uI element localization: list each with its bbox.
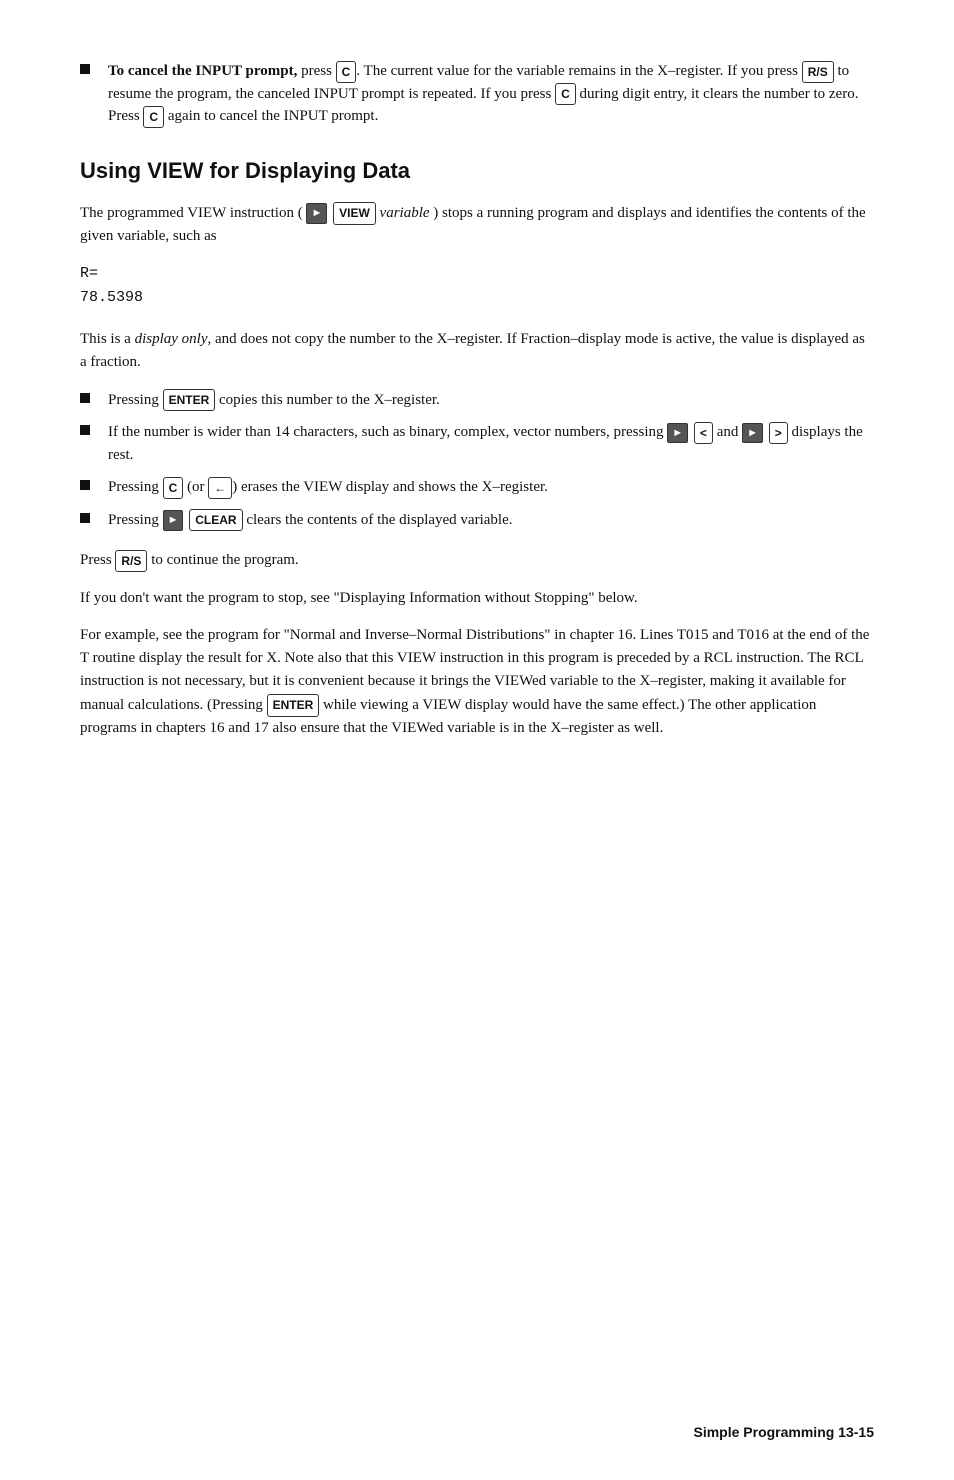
- bullet-icon: [80, 480, 90, 490]
- bullet-pressing-c-text: Pressing C (or ←) erases the VIEW displa…: [108, 476, 548, 499]
- key-shift-clear-shift: ►: [163, 510, 184, 531]
- key-rs-2: R/S: [115, 550, 147, 573]
- bullet-icon: [80, 64, 90, 74]
- key-c-1: C: [336, 61, 357, 83]
- key-c-2: C: [555, 83, 576, 105]
- bullet-cancel-input-text: To cancel the INPUT prompt, press C. The…: [108, 60, 874, 128]
- key-c-3: C: [143, 106, 164, 128]
- bullet-wide-number: If the number is wider than 14 character…: [80, 421, 874, 466]
- key-clear: CLEAR: [189, 509, 242, 531]
- bullet-enter: Pressing ENTER copies this number to the…: [80, 389, 874, 412]
- para-dont-stop: If you don't want the program to stop, s…: [80, 587, 874, 610]
- bullet-wide-number-text: If the number is wider than 14 character…: [108, 421, 874, 466]
- code-line-2: 78.5398: [80, 286, 874, 310]
- view-bullets: Pressing ENTER copies this number to the…: [80, 389, 874, 532]
- page-footer: Simple Programming 13-15: [693, 1424, 874, 1440]
- key-left-arrow: <: [694, 422, 713, 444]
- bullet-enter-text: Pressing ENTER copies this number to the…: [108, 389, 440, 412]
- page-content: To cancel the INPUT prompt, press C. The…: [80, 60, 874, 740]
- key-shift-icon: ►: [306, 203, 327, 224]
- bullet-pressing-c: Pressing C (or ←) erases the VIEW displa…: [80, 476, 874, 499]
- para-press-rs: Press R/S to continue the program.: [80, 549, 874, 572]
- bullet-bold-label: To cancel the INPUT prompt,: [108, 63, 297, 79]
- key-view: VIEW: [333, 202, 376, 225]
- key-enter-2: ENTER: [267, 694, 320, 717]
- key-shift-right-shift: ►: [742, 423, 763, 444]
- bullet-icon: [80, 425, 90, 435]
- key-rs-1: R/S: [802, 61, 834, 83]
- key-backspace: ←: [208, 477, 232, 499]
- variable-label: variable: [380, 205, 430, 221]
- para-view-intro: The programmed VIEW instruction ( ► VIEW…: [80, 202, 874, 249]
- code-line-1: R=: [80, 262, 874, 286]
- bullet-icon: [80, 513, 90, 523]
- para-display-only: This is a display only, and does not cop…: [80, 328, 874, 375]
- para-example: For example, see the program for "Normal…: [80, 624, 874, 740]
- bullet-pressing-clear: Pressing ► CLEAR clears the contents of …: [80, 509, 874, 532]
- intro-bullet-list: To cancel the INPUT prompt, press C. The…: [80, 60, 874, 128]
- key-right-arrow: >: [769, 422, 788, 444]
- key-c-view: C: [163, 477, 184, 499]
- key-enter-1: ENTER: [163, 389, 216, 411]
- bullet-icon: [80, 393, 90, 403]
- section-heading-view: Using VIEW for Displaying Data: [80, 158, 874, 184]
- bullet-cancel-input: To cancel the INPUT prompt, press C. The…: [80, 60, 874, 128]
- code-example: R= 78.5398: [80, 262, 874, 310]
- bullet-pressing-clear-text: Pressing ► CLEAR clears the contents of …: [108, 509, 512, 532]
- key-shift-left-shift: ►: [667, 423, 688, 444]
